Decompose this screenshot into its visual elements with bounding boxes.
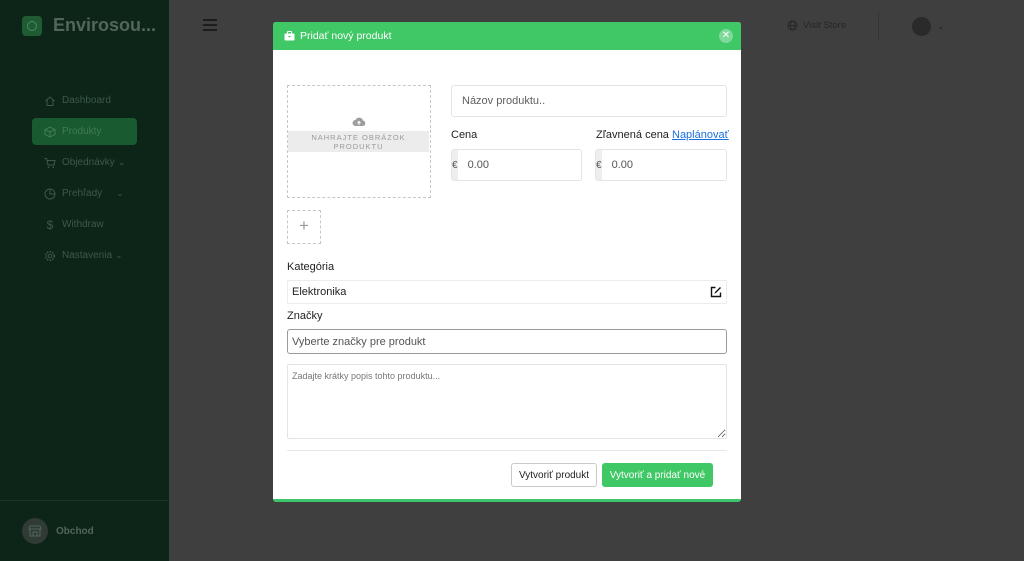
modal-header: Pridať nový produkt ✕: [273, 22, 741, 50]
sidebar-item-label: Prehľady: [62, 188, 103, 199]
visit-store-link[interactable]: Visit Store: [787, 20, 846, 31]
price-input[interactable]: [457, 150, 581, 180]
sidebar-item-label: Withdraw: [62, 219, 104, 230]
user-avatar-icon: [912, 17, 931, 36]
create-product-button[interactable]: Vytvoriť produkt: [511, 463, 597, 487]
sidebar-item-reports[interactable]: Prehľady ⌄: [32, 180, 152, 207]
sidebar-nav: Dashboard Produkty Objednávky ⌄ Prehľady…: [32, 87, 152, 273]
tags-input[interactable]: [287, 329, 727, 354]
topbar-divider: [878, 12, 879, 40]
modal-footer-divider: [287, 450, 727, 451]
sidebar-item-label: Produkty: [62, 126, 102, 137]
sidebar-item-label: Objednávky: [62, 157, 115, 168]
category-value: Elektronika: [292, 286, 347, 298]
pie-chart-icon: [44, 188, 56, 200]
briefcase-icon: [284, 31, 295, 41]
upload-text: NAHRAJTE OBRÁZOK PRODUKTU: [311, 133, 406, 151]
discount-price-label: Zľavnená cena: [596, 129, 669, 141]
sidebar-item-label: Nastavenia: [62, 250, 113, 261]
brand[interactable]: Envirosou...: [22, 15, 156, 36]
chevron-down-icon: ⌄: [937, 21, 945, 31]
schedule-link[interactable]: Naplánovať: [672, 129, 729, 141]
sidebar-item-settings[interactable]: Nastavenia ⌄: [32, 242, 152, 269]
sidebar-item-label: Dashboard: [62, 95, 111, 106]
category-field[interactable]: Elektronika: [287, 280, 727, 304]
edit-icon[interactable]: [710, 286, 722, 298]
image-upload-dropzone[interactable]: NAHRAJTE OBRÁZOK PRODUKTU: [287, 85, 431, 198]
cloud-upload-icon: [352, 117, 366, 126]
product-name-input[interactable]: [451, 85, 727, 117]
chevron-down-icon: ⌄: [117, 157, 126, 167]
add-image-button[interactable]: +: [287, 210, 321, 244]
close-button[interactable]: ✕: [719, 29, 733, 43]
sidebar-footer[interactable]: Obchod: [0, 500, 169, 561]
tags-label: Značky: [287, 310, 323, 322]
discount-price-label-row: Zľavnená cena Naplánovať: [596, 129, 729, 141]
shop-icon: [22, 518, 48, 544]
menu-icon[interactable]: [203, 19, 217, 31]
gear-icon: [44, 250, 56, 262]
price-input-group: €: [451, 149, 582, 181]
create-and-add-new-button[interactable]: Vytvoriť a pridať nové: [602, 463, 713, 487]
sidebar-item-products[interactable]: Produkty: [32, 118, 137, 145]
shop-label: Obchod: [56, 525, 94, 537]
user-menu[interactable]: ⌄: [912, 17, 945, 36]
sidebar-item-withdraw[interactable]: $ Withdraw: [32, 211, 152, 238]
cart-icon: [44, 157, 56, 169]
box-icon: [44, 125, 56, 138]
brand-name: Envirosou...: [53, 15, 157, 35]
discount-price-input-group: €: [595, 149, 727, 181]
price-label: Cena: [451, 129, 478, 141]
discount-price-input[interactable]: [601, 150, 726, 180]
add-product-modal: Pridať nový produkt ✕ NAHRAJTE OBRÁZOK P…: [273, 22, 741, 502]
sidebar-item-orders[interactable]: Objednávky ⌄: [32, 149, 152, 176]
dollar-icon: $: [46, 217, 54, 232]
chevron-down-icon: ⌄: [115, 250, 123, 260]
brand-logo-icon: [22, 15, 42, 36]
modal-title: Pridať nový produkt: [300, 30, 392, 42]
category-label: Kategória: [287, 261, 335, 273]
visit-store-label: Visit Store: [803, 20, 847, 31]
sidebar: Envirosou... Dashboard Produkty Objednáv…: [0, 0, 169, 561]
globe-icon: [787, 20, 798, 31]
description-textarea[interactable]: [287, 364, 727, 439]
chevron-down-icon: ⌄: [116, 188, 124, 198]
home-icon: [44, 95, 56, 107]
sidebar-item-dashboard[interactable]: Dashboard: [32, 87, 152, 114]
